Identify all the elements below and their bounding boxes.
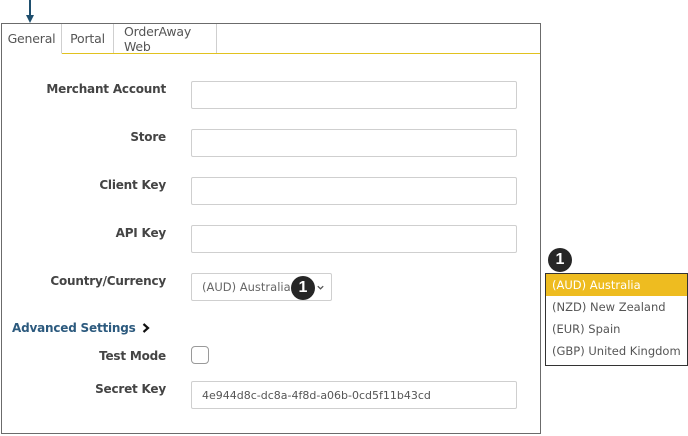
test-mode-checkbox[interactable] bbox=[191, 346, 209, 364]
country-currency-selected-value: (AUD) Australia bbox=[202, 280, 291, 294]
chevron-right-icon bbox=[142, 323, 150, 333]
tab-divider bbox=[217, 53, 540, 54]
api-key-label: API Key bbox=[115, 226, 167, 240]
merchant-account-label: Merchant Account bbox=[46, 82, 166, 96]
arrow-down-icon bbox=[26, 0, 34, 23]
secret-key-label: Secret Key bbox=[95, 382, 166, 396]
callout-badge: 1 bbox=[291, 276, 315, 300]
store-input[interactable] bbox=[191, 129, 517, 157]
client-key-label: Client Key bbox=[99, 178, 166, 192]
tab-divider bbox=[62, 53, 217, 54]
screenshot-canvas: General Portal OrderAway Web Merchant Ac… bbox=[0, 0, 688, 436]
callout-badge: 1 bbox=[548, 248, 572, 272]
advanced-settings-label: Advanced Settings bbox=[12, 321, 136, 335]
tab-bar: General Portal OrderAway Web bbox=[2, 24, 217, 54]
dropdown-option[interactable]: (NZD) New Zealand bbox=[546, 296, 687, 318]
merchant-account-input[interactable] bbox=[191, 81, 517, 109]
test-mode-label: Test Mode bbox=[99, 349, 166, 363]
api-key-input[interactable] bbox=[191, 225, 517, 253]
dropdown-option[interactable]: (AUD) Australia bbox=[546, 274, 687, 296]
country-currency-label: Country/Currency bbox=[50, 274, 166, 288]
chevron-down-icon bbox=[317, 285, 324, 290]
client-key-input[interactable] bbox=[191, 177, 517, 205]
tab-orderaway-web[interactable]: OrderAway Web bbox=[114, 24, 217, 54]
tab-general[interactable]: General bbox=[2, 24, 62, 54]
country-currency-dropdown: (AUD) Australia (NZD) New Zealand (EUR) … bbox=[545, 273, 688, 366]
settings-panel: General Portal OrderAway Web Merchant Ac… bbox=[1, 23, 541, 434]
dropdown-option[interactable]: (EUR) Spain bbox=[546, 318, 687, 340]
advanced-settings-toggle[interactable]: Advanced Settings bbox=[12, 321, 150, 335]
country-currency-select[interactable]: (AUD) Australia 1 bbox=[191, 273, 332, 301]
store-label: Store bbox=[130, 130, 166, 144]
dropdown-option[interactable]: (GBP) United Kingdom bbox=[546, 340, 687, 362]
tab-portal[interactable]: Portal bbox=[62, 24, 114, 54]
secret-key-input[interactable] bbox=[191, 381, 517, 409]
